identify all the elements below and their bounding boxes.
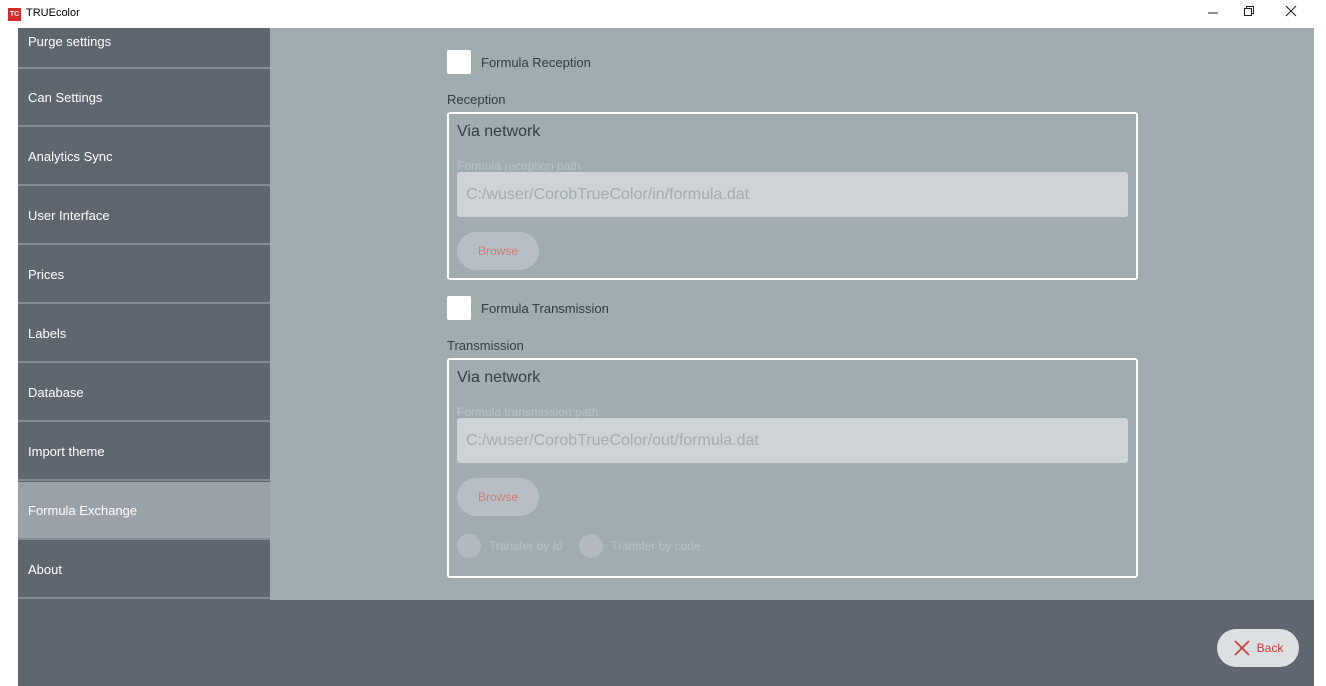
transfer-by-code-radio[interactable] [579,534,603,558]
sidebar-item-label: User Interface [28,207,110,223]
reception-section-label: Reception [447,92,506,107]
minimize-button[interactable] [1196,0,1230,22]
transmission-group-title: Via network [457,369,541,386]
restore-button[interactable] [1232,0,1266,22]
transfer-by-code-label: Transfer by code [611,539,701,553]
sidebar-item-user-interface[interactable]: User Interface [18,187,270,245]
formula-transmission-checkbox[interactable] [447,296,471,320]
transmission-path-input[interactable] [457,418,1128,463]
formula-reception-label: Formula Reception [481,55,591,70]
transmission-section-label: Transmission [447,338,524,353]
sidebar-item-about[interactable]: About [18,541,270,599]
app-window: Purge settings Can Settings Analytics Sy… [18,28,1314,686]
transfer-by-id-label: Transfer by Id [489,539,563,553]
sidebar-item-label: Formula Exchange [28,502,138,518]
sidebar-item-label: Purge settings [28,34,112,49]
sidebar-item-label: About [28,561,62,577]
sidebar-item-label: Labels [28,325,67,341]
close-icon [1285,5,1297,17]
sidebar-item-label: Database [28,384,84,400]
transmission-groupbox: Via network Formula transmission path Br… [447,358,1138,578]
close-window-button[interactable] [1274,0,1308,22]
sidebar-item-label: Analytics Sync [28,148,113,164]
settings-sidebar: Purge settings Can Settings Analytics Sy… [18,28,270,600]
back-label: Back [1256,641,1284,655]
formula-transmission-label: Formula Transmission [481,301,609,316]
transfer-by-id-radio[interactable] [457,534,481,558]
restore-icon [1244,6,1254,16]
sidebar-item-database[interactable]: Database [18,364,270,422]
transmission-path-label: Formula transmission path [457,405,599,419]
back-button[interactable]: Back [1217,629,1299,667]
sidebar-item-import-theme[interactable]: Import theme [18,423,270,481]
sidebar-item-can-settings[interactable]: Can Settings [18,69,270,127]
sidebar-item-label: Prices [28,266,65,282]
close-x-icon [1234,640,1250,656]
window-title: TRUEcolor [26,7,80,19]
sidebar-item-label: Can Settings [28,89,103,105]
reception-path-label: Formula reception path [457,159,581,173]
title-bar: TC TRUEcolor [0,0,1326,28]
sidebar-item-formula-exchange[interactable]: Formula Exchange [18,482,270,540]
formula-exchange-panel: Formula Reception Reception Via network … [270,28,1314,600]
sidebar-item-label: Import theme [28,443,105,459]
sidebar-item-purge-settings[interactable]: Purge settings [18,28,270,69]
reception-browse-button[interactable]: Browse [457,232,539,270]
app-logo-icon: TC [8,8,21,21]
minimize-icon [1208,12,1218,14]
reception-path-input[interactable] [457,172,1128,217]
sidebar-item-analytics-sync[interactable]: Analytics Sync [18,128,270,186]
formula-reception-checkbox[interactable] [447,50,471,74]
sidebar-item-labels[interactable]: Labels [18,305,270,363]
reception-groupbox: Via network Formula reception path Brows… [447,112,1138,280]
sidebar-item-prices[interactable]: Prices [18,246,270,304]
transmission-browse-button[interactable]: Browse [457,478,539,516]
reception-group-title: Via network [457,123,541,140]
